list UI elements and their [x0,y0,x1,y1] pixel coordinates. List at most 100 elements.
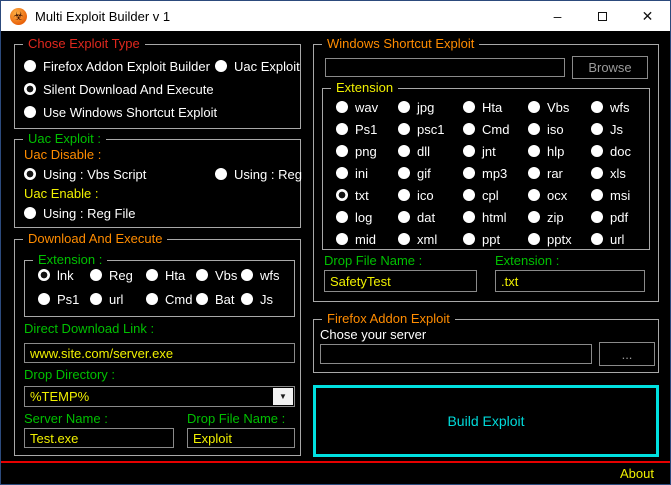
drop-file-name-input-right[interactable] [324,270,477,292]
radio-button-icon[interactable] [146,269,158,281]
dropdown-arrow-icon[interactable]: ▼ [273,388,293,405]
radio-button-icon[interactable] [528,145,540,157]
radio-option-wav[interactable]: wav [336,100,398,114]
radio-option-txt[interactable]: txt [336,188,398,202]
radio-button-icon[interactable] [398,233,410,245]
radio-button-icon[interactable] [336,189,348,201]
radio-button-icon[interactable] [398,145,410,157]
radio-option-msi[interactable]: msi [591,188,649,202]
radio-button-icon[interactable] [146,293,158,305]
radio-option-firefox-addon-exploit-builder[interactable]: Firefox Addon Exploit Builder [24,59,215,73]
radio-option-jnt[interactable]: jnt [463,144,528,158]
radio-option-ocx[interactable]: ocx [528,188,591,202]
radio-option-doc[interactable]: doc [591,144,649,158]
browse-button[interactable]: Browse [572,56,648,79]
radio-option-reg[interactable]: Reg [90,268,146,282]
radio-button-icon[interactable] [398,167,410,179]
ellipsis-browse-button[interactable]: ... [599,342,655,366]
drop-directory-combobox[interactable]: %TEMP% ▼ [24,386,295,407]
radio-option-uac-exploit[interactable]: Uac Exploit [215,59,300,73]
radio-option-js[interactable]: Js [241,292,294,306]
radio-option-xls[interactable]: xls [591,166,649,180]
radio-button-icon[interactable] [24,106,36,118]
radio-option-pptx[interactable]: pptx [528,232,591,246]
radio-button-icon[interactable] [398,123,410,135]
radio-button-icon[interactable] [38,293,50,305]
radio-button-icon[interactable] [90,269,102,281]
radio-option-mp3[interactable]: mp3 [463,166,528,180]
radio-option-iso[interactable]: iso [528,122,591,136]
radio-option-using-reg[interactable]: Using : Reg [215,167,302,181]
radio-button-icon[interactable] [38,269,50,281]
radio-option-zip[interactable]: zip [528,210,591,224]
radio-option-dll[interactable]: dll [398,144,463,158]
server-name-input[interactable] [24,428,174,448]
radio-option-jpg[interactable]: jpg [398,100,463,114]
radio-button-icon[interactable] [528,211,540,223]
radio-button-icon[interactable] [463,189,475,201]
radio-option-using-vbs-script[interactable]: Using : Vbs Script [24,167,215,181]
radio-option-ps1[interactable]: Ps1 [38,292,90,306]
drop-file-name-input-left[interactable] [187,428,295,448]
maximize-button[interactable] [580,1,625,31]
radio-option-ps1[interactable]: Ps1 [336,122,398,136]
radio-button-icon[interactable] [196,269,208,281]
radio-option-gif[interactable]: gif [398,166,463,180]
radio-button-icon[interactable] [463,167,475,179]
radio-button-icon[interactable] [463,123,475,135]
radio-button-icon[interactable] [398,211,410,223]
radio-option-hta[interactable]: Hta [146,268,196,282]
radio-button-icon[interactable] [24,168,36,180]
radio-option-vbs[interactable]: Vbs [196,268,241,282]
radio-option-url[interactable]: url [90,292,146,306]
radio-option-cmd[interactable]: Cmd [463,122,528,136]
extension-input-right[interactable] [495,270,645,292]
radio-button-icon[interactable] [591,189,603,201]
radio-button-icon[interactable] [215,168,227,180]
radio-button-icon[interactable] [591,123,603,135]
radio-option-cpl[interactable]: cpl [463,188,528,202]
build-exploit-button[interactable]: Build Exploit [313,385,659,457]
radio-option-hlp[interactable]: hlp [528,144,591,158]
radio-option-cmd[interactable]: Cmd [146,292,196,306]
radio-option-wfs[interactable]: wfs [591,100,649,114]
about-link[interactable]: About [620,466,654,481]
firefox-server-input[interactable] [320,344,592,364]
radio-button-icon[interactable] [591,211,603,223]
radio-button-icon[interactable] [24,83,36,95]
radio-button-icon[interactable] [463,233,475,245]
radio-button-icon[interactable] [215,60,227,72]
radio-option-png[interactable]: png [336,144,398,158]
radio-option-using-reg-file[interactable]: Using : Reg File [24,206,135,220]
radio-option-hta[interactable]: Hta [463,100,528,114]
radio-option-psc1[interactable]: psc1 [398,122,463,136]
radio-option-xml[interactable]: xml [398,232,463,246]
radio-option-mid[interactable]: mid [336,232,398,246]
radio-option-silent-download-and-execute[interactable]: Silent Download And Execute [24,82,215,96]
radio-option-log[interactable]: log [336,210,398,224]
radio-button-icon[interactable] [90,293,102,305]
radio-button-icon[interactable] [463,101,475,113]
radio-button-icon[interactable] [528,101,540,113]
direct-download-link-input[interactable] [24,343,295,363]
radio-option-vbs[interactable]: Vbs [528,100,591,114]
radio-button-icon[interactable] [336,233,348,245]
close-button[interactable]: ✕ [625,1,670,31]
radio-button-icon[interactable] [196,293,208,305]
radio-option-bat[interactable]: Bat [196,292,241,306]
minimize-button[interactable]: – [535,1,580,31]
radio-option-url[interactable]: url [591,232,649,246]
radio-button-icon[interactable] [528,233,540,245]
radio-button-icon[interactable] [336,123,348,135]
radio-button-icon[interactable] [336,167,348,179]
radio-option-html[interactable]: html [463,210,528,224]
radio-button-icon[interactable] [528,189,540,201]
radio-button-icon[interactable] [398,189,410,201]
radio-button-icon[interactable] [591,167,603,179]
radio-option-wfs[interactable]: wfs [241,268,294,282]
radio-button-icon[interactable] [463,145,475,157]
radio-button-icon[interactable] [336,211,348,223]
radio-button-icon[interactable] [528,123,540,135]
radio-option-pdf[interactable]: pdf [591,210,649,224]
radio-button-icon[interactable] [241,293,253,305]
